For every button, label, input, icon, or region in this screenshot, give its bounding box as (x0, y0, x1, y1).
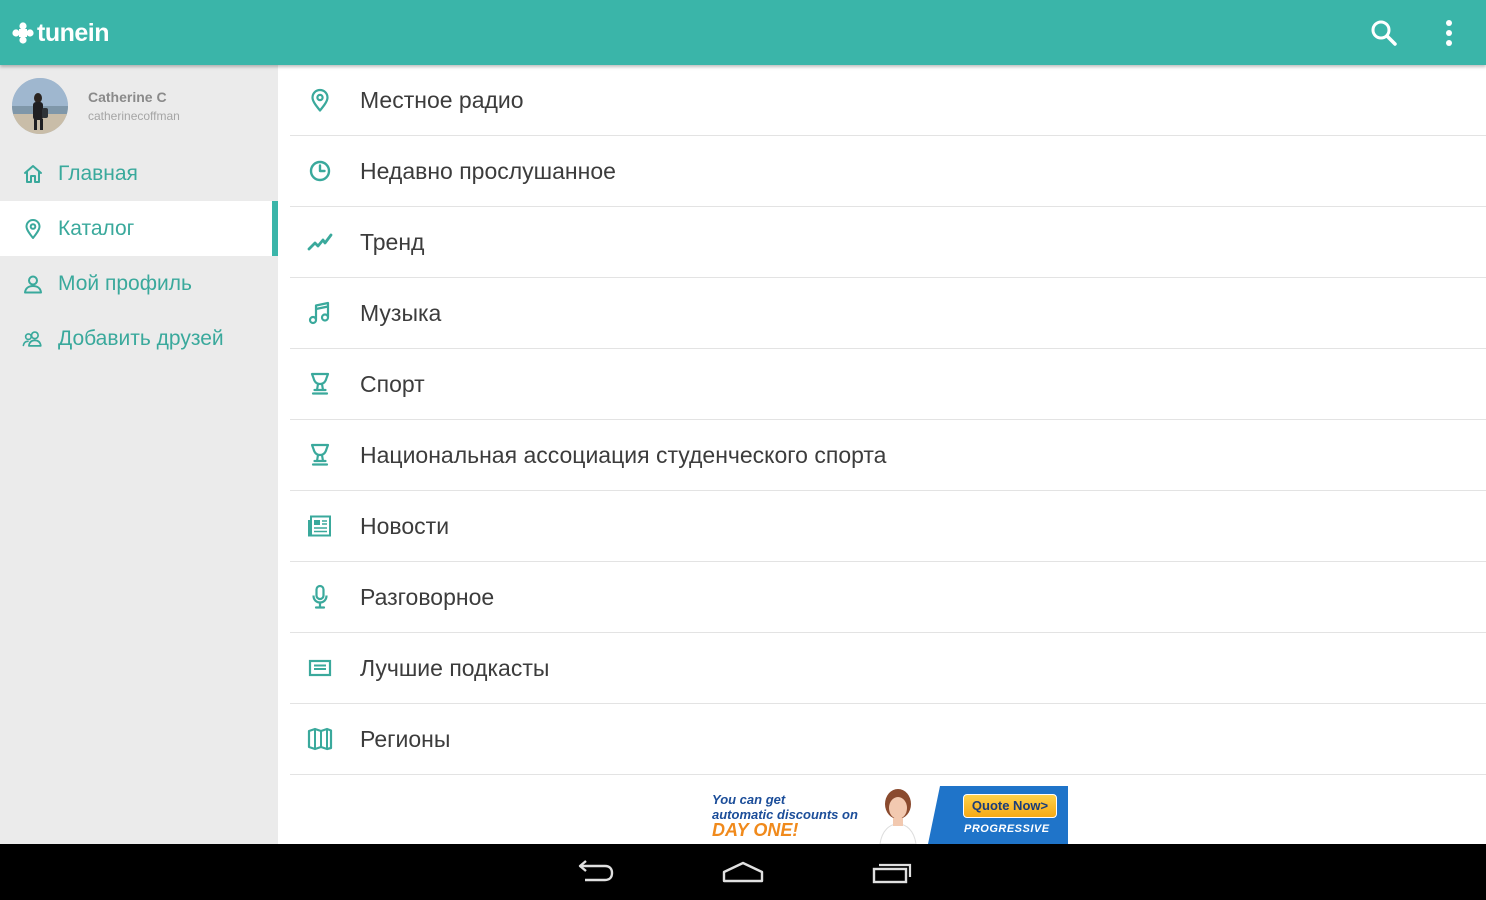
ad-brand-logo: PROGRESSIVE (964, 823, 1050, 835)
catalog-item-label: Местное радио (360, 86, 524, 113)
catalog-list: Местное радио Недавно прослушанное Тренд (290, 65, 1486, 775)
catalog-item-label: Тренд (360, 228, 425, 255)
navigation-drawer: Catherine C catherinecoffman Главная Кат… (0, 65, 278, 844)
ad-banner[interactable]: You can get automatic discounts on DAY O… (706, 786, 1068, 844)
sidebar-item-add-friends[interactable]: Добавить друзей (0, 311, 278, 366)
newspaper-icon (307, 513, 333, 539)
recents-icon (872, 863, 912, 884)
catalog-item-regions[interactable]: Регионы (290, 704, 1486, 775)
app-bar: tunein (0, 0, 1486, 65)
map-icon (307, 726, 333, 752)
system-navigation-bar (0, 844, 1486, 900)
catalog-item-label: Регионы (360, 725, 451, 752)
catalog-item-label: Новости (360, 512, 450, 539)
avatar-photo (12, 78, 68, 134)
catalog-item-top-podcasts[interactable]: Лучшие подкасты (290, 633, 1486, 704)
catalog-item-talk[interactable]: Разговорное (290, 562, 1486, 633)
catalog-item-local-radio[interactable]: Местное радио (290, 65, 1486, 136)
system-recents-button[interactable] (862, 852, 922, 892)
catalog-item-recents[interactable]: Недавно прослушанное (290, 136, 1486, 207)
catalog-item-trending[interactable]: Тренд (290, 207, 1486, 278)
podcast-list-icon (307, 655, 333, 681)
home-icon (22, 163, 44, 185)
ad-quote-button[interactable]: Quote Now> (963, 794, 1057, 818)
person-icon (22, 273, 44, 295)
sidebar-item-catalog[interactable]: Каталог (0, 201, 278, 256)
trend-icon (307, 229, 333, 255)
catalog-item-music[interactable]: Музыка (290, 278, 1486, 349)
user-handle: catherinecoffman (88, 109, 180, 123)
catalog-item-news[interactable]: Новости (290, 491, 1486, 562)
logo-text: tunein (37, 18, 110, 47)
add-friends-icon (22, 328, 44, 350)
catalog-item-label: Национальная ассоциация студенческого сп… (360, 441, 887, 468)
trophy-icon (307, 442, 333, 468)
catalog-panel: Местное радио Недавно прослушанное Тренд (278, 65, 1486, 844)
location-pin-icon (307, 87, 333, 113)
sidebar-item-label: Каталог (58, 216, 135, 240)
search-button[interactable] (1361, 10, 1407, 56)
clock-icon (307, 158, 333, 184)
sidebar-item-home[interactable]: Главная (0, 146, 278, 201)
system-home-button[interactable] (713, 852, 773, 892)
catalog-item-label: Недавно прослушанное (360, 157, 616, 184)
search-icon (1371, 20, 1397, 46)
catalog-item-ncaa[interactable]: Национальная ассоциация студенческого сп… (290, 420, 1486, 491)
location-pin-icon (22, 218, 44, 240)
user-profile-header[interactable]: Catherine C catherinecoffman (12, 78, 180, 134)
overflow-menu-button[interactable] (1426, 10, 1472, 56)
system-back-button[interactable] (564, 852, 624, 892)
catalog-item-label: Музыка (360, 299, 442, 326)
ad-person-image (866, 786, 926, 844)
user-name: Catherine C (88, 89, 167, 105)
ad-line1: You can get (712, 792, 786, 807)
tunein-logo[interactable]: tunein (12, 17, 110, 49)
sidebar-item-label: Главная (58, 161, 138, 185)
sidebar-item-label: Мой профиль (58, 271, 192, 295)
music-note-icon (307, 300, 333, 326)
more-vert-icon (1446, 20, 1452, 46)
tunein-plus-icon (12, 22, 34, 44)
trophy-icon (307, 371, 333, 397)
microphone-icon (307, 584, 333, 610)
ad-headline: You can get automatic discounts on (712, 792, 858, 822)
catalog-item-label: Разговорное (360, 583, 495, 610)
sidebar-nav: Главная Каталог Мой профиль Добавить дру… (0, 146, 278, 366)
catalog-item-label: Лучшие подкасты (360, 654, 550, 681)
back-icon (578, 860, 614, 882)
sidebar-item-my-profile[interactable]: Мой профиль (0, 256, 278, 311)
sidebar-item-label: Добавить друзей (58, 326, 224, 350)
catalog-item-sports[interactable]: Спорт (290, 349, 1486, 420)
ad-line3: DAY ONE! (712, 820, 799, 840)
avatar[interactable] (12, 78, 68, 134)
catalog-item-label: Спорт (360, 370, 425, 397)
home-outline-icon (722, 861, 764, 883)
